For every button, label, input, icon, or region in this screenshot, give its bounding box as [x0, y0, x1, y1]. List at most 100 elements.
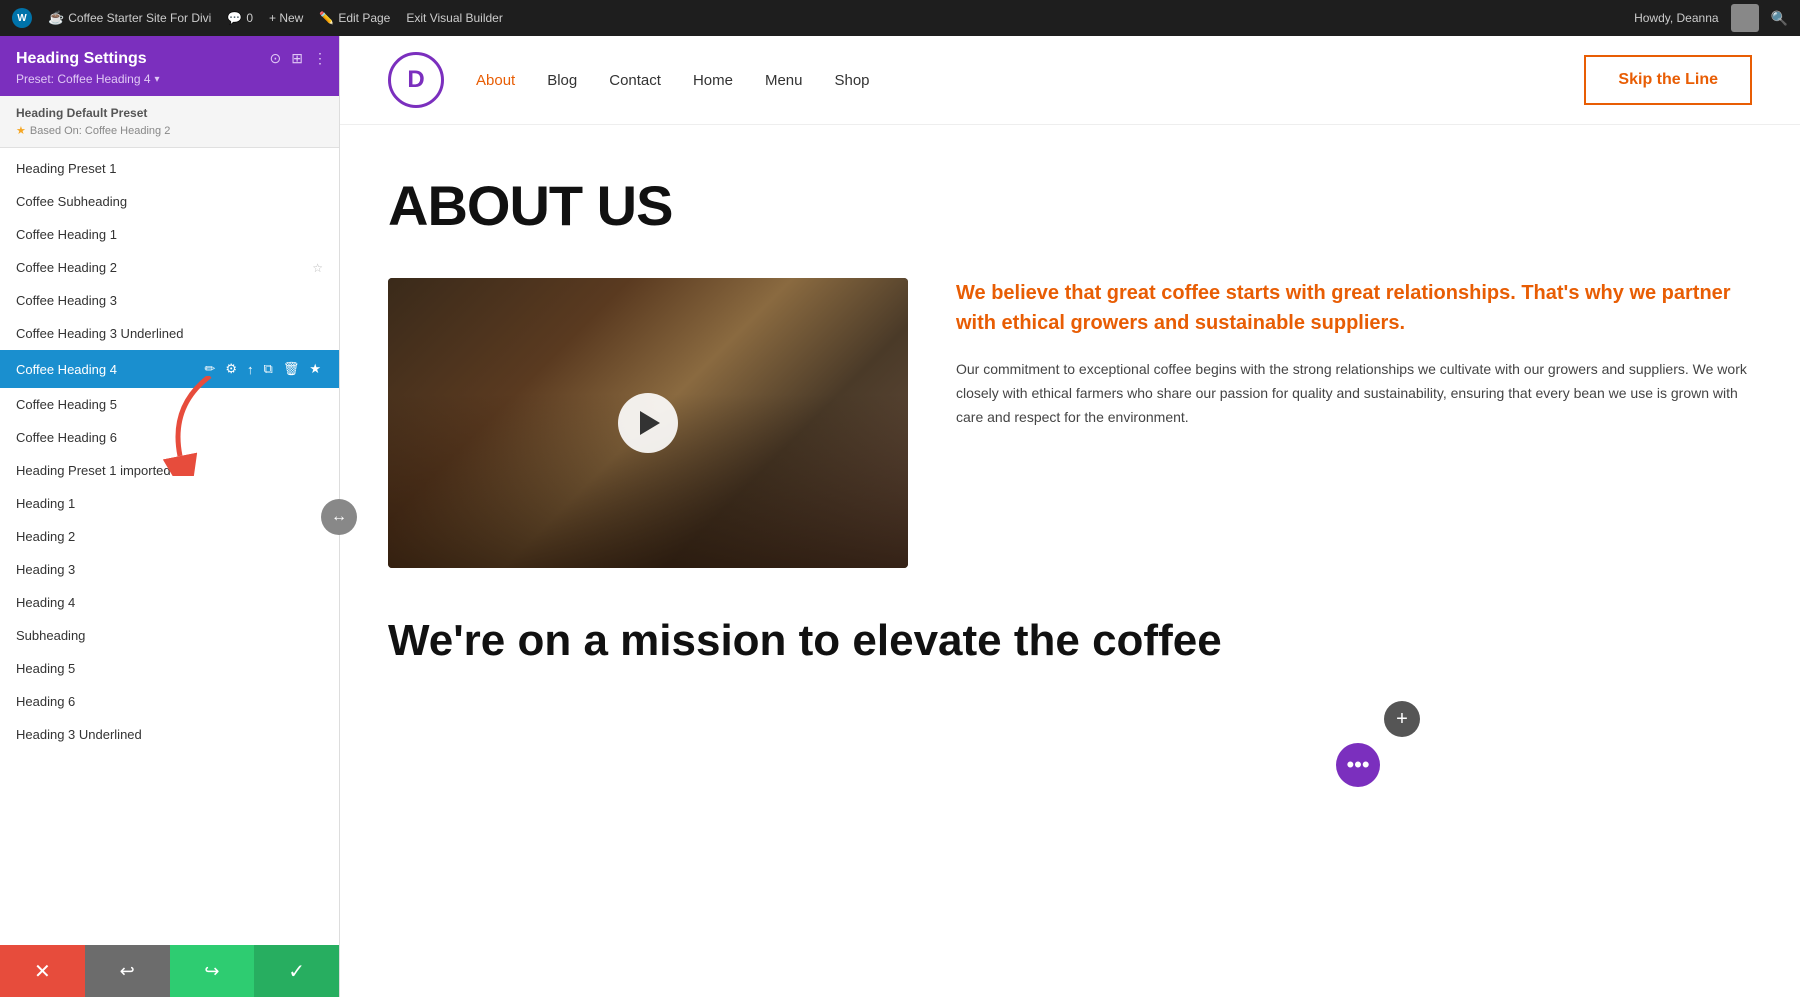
quote-text: We believe that great coffee starts with…	[956, 278, 1752, 338]
nav-item-about[interactable]: About	[476, 72, 515, 89]
preset-item-label: Heading Preset 1	[16, 161, 323, 176]
preset-item-coffee-heading-2[interactable]: Coffee Heading 2 ☆	[0, 251, 339, 284]
skip-the-line-button[interactable]: Skip the Line	[1584, 55, 1752, 105]
more-options-icon[interactable]: ⋮	[313, 50, 327, 67]
mission-section: We're on a mission to elevate the coffee	[388, 616, 1752, 667]
action-bar: ✕ ↩ ↪ ✓	[0, 945, 339, 997]
right-text-column: We believe that great coffee starts with…	[956, 278, 1752, 429]
admin-bar: W ☕ Coffee Starter Site For Divi 💬 0 + N…	[0, 0, 1800, 36]
admin-search-icon[interactable]: 🔍	[1771, 10, 1788, 27]
undo-icon: ↩	[120, 961, 135, 982]
preset-item-label: Coffee Heading 3 Underlined	[16, 326, 323, 341]
preset-item-heading-5[interactable]: Heading 5	[0, 652, 339, 685]
export-preset-icon[interactable]: ↑	[245, 360, 256, 379]
preset-item-label: Heading 3	[16, 562, 323, 577]
comment-item[interactable]: 💬 0	[227, 11, 253, 25]
delete-preset-icon[interactable]: 🗑	[281, 359, 302, 379]
edit-preset-icon[interactable]: ✏	[202, 359, 217, 379]
preset-item-heading-3-underlined[interactable]: Heading 3 Underlined	[0, 718, 339, 751]
cancel-button[interactable]: ✕	[0, 945, 85, 997]
site-nav: About Blog Contact Home Menu Shop	[476, 72, 870, 89]
preset-item-heading-2[interactable]: Heading 2	[0, 520, 339, 553]
avatar	[1731, 4, 1759, 32]
default-preset-title: Heading Default Preset	[16, 106, 323, 120]
new-item[interactable]: + New	[269, 11, 303, 25]
admin-bar-right: Howdy, Deanna 🔍	[1634, 4, 1788, 32]
preset-item-coffee-heading-1[interactable]: Coffee Heading 1	[0, 218, 339, 251]
right-content: D About Blog Contact Home Menu Shop Skip…	[340, 36, 1800, 997]
site-logo: D	[388, 52, 444, 108]
play-button[interactable]	[618, 393, 678, 453]
preset-item-label: Coffee Heading 2	[16, 260, 312, 275]
preset-item-coffee-heading-4[interactable]: Coffee Heading 4 ✏ ⚙ ↑ ⧉ 🗑 ★	[0, 350, 339, 388]
save-button[interactable]: ✓	[254, 945, 339, 997]
video-container[interactable]	[388, 278, 908, 568]
preset-item-label: Coffee Heading 4	[16, 362, 202, 377]
preset-item-label: Coffee Heading 3	[16, 293, 323, 308]
based-on-text: Based On: Coffee Heading 2	[30, 125, 170, 137]
exit-builder-label: Exit Visual Builder	[406, 11, 503, 25]
site-header: D About Blog Contact Home Menu Shop Skip…	[340, 36, 1800, 125]
preset-item-label: Heading 6	[16, 694, 323, 709]
nav-item-contact[interactable]: Contact	[609, 72, 661, 89]
grid-icon[interactable]: ⊞	[291, 50, 303, 67]
preset-item-subheading[interactable]: Subheading	[0, 619, 339, 652]
nav-item-blog[interactable]: Blog	[547, 72, 577, 89]
comment-icon: 💬	[227, 11, 242, 25]
star-preset-icon[interactable]: ★	[307, 359, 323, 379]
preset-list: Heading Preset 1 Coffee Subheading Coffe…	[0, 148, 339, 921]
page-content: ABOUT US We believe that great coffee st…	[340, 125, 1800, 707]
preset-item-label: Subheading	[16, 628, 323, 643]
site-icon: ☕	[48, 10, 64, 26]
nav-item-home[interactable]: Home	[693, 72, 733, 89]
panel-footer	[0, 921, 339, 945]
add-section-button[interactable]: +	[1384, 701, 1420, 737]
preset-item-heading-1[interactable]: Heading 1	[0, 487, 339, 520]
left-panel: Heading Settings Preset: Coffee Heading …	[0, 36, 340, 997]
default-preset-section: Heading Default Preset ★ Based On: Coffe…	[0, 96, 339, 148]
nav-item-shop[interactable]: Shop	[834, 72, 869, 89]
preset-item-coffee-heading-3[interactable]: Coffee Heading 3	[0, 284, 339, 317]
preset-actions: ✏ ⚙ ↑ ⧉ 🗑 ★	[202, 359, 323, 379]
site-name: Coffee Starter Site For Divi	[68, 11, 211, 25]
wp-logo-item[interactable]: W	[12, 8, 32, 28]
two-column-section: We believe that great coffee starts with…	[388, 278, 1752, 568]
preset-item-label: Heading 1	[16, 496, 323, 511]
body-text: Our commitment to exceptional coffee beg…	[956, 358, 1752, 429]
edit-icon: ✏️	[319, 11, 334, 25]
save-icon: ✓	[288, 959, 305, 984]
preset-item-heading-6[interactable]: Heading 6	[0, 685, 339, 718]
preset-item-coffee-heading-3-underlined[interactable]: Coffee Heading 3 Underlined	[0, 317, 339, 350]
settings-preset-icon[interactable]: ⚙	[223, 359, 239, 379]
logo-letter: D	[407, 66, 424, 94]
cancel-icon: ✕	[34, 959, 51, 984]
preset-item-coffee-heading-5[interactable]: Coffee Heading 5	[0, 388, 339, 421]
exit-builder-item[interactable]: Exit Visual Builder	[406, 11, 503, 25]
preset-item-label: Heading 5	[16, 661, 323, 676]
search-panel-icon[interactable]: ⊙	[270, 50, 282, 67]
howdy-text: Howdy, Deanna	[1634, 11, 1719, 25]
preset-item-coffee-heading-6[interactable]: Coffee Heading 6	[0, 421, 339, 454]
mission-title: We're on a mission to elevate the coffee	[388, 616, 1752, 667]
more-options-float-button[interactable]: •••	[1336, 743, 1380, 787]
panel-toggle[interactable]: ↔	[321, 499, 357, 535]
preset-item-heading-3[interactable]: Heading 3	[0, 553, 339, 586]
undo-button[interactable]: ↩	[85, 945, 170, 997]
site-name-item[interactable]: ☕ Coffee Starter Site For Divi	[48, 10, 211, 26]
new-label: + New	[269, 11, 303, 25]
star-icon: ☆	[312, 261, 323, 275]
edit-page-label: Edit Page	[338, 11, 390, 25]
panel-preset-dropdown[interactable]: Preset: Coffee Heading 4 ▾	[16, 72, 323, 86]
copy-preset-icon[interactable]: ⧉	[262, 359, 275, 379]
nav-item-menu[interactable]: Menu	[765, 72, 803, 89]
preset-item-label: Heading 4	[16, 595, 323, 610]
preset-item-heading-preset-1-imported[interactable]: Heading Preset 1 imported	[0, 454, 339, 487]
preset-item-heading-preset-1[interactable]: Heading Preset 1	[0, 152, 339, 185]
redo-button[interactable]: ↪	[170, 945, 255, 997]
chevron-down-icon: ▾	[155, 74, 160, 85]
preset-item-label: Coffee Heading 6	[16, 430, 323, 445]
preset-item-coffee-subheading[interactable]: Coffee Subheading	[0, 185, 339, 218]
plus-icon: +	[1396, 708, 1408, 731]
preset-item-heading-4[interactable]: Heading 4	[0, 586, 339, 619]
edit-page-item[interactable]: ✏️ Edit Page	[319, 11, 390, 25]
